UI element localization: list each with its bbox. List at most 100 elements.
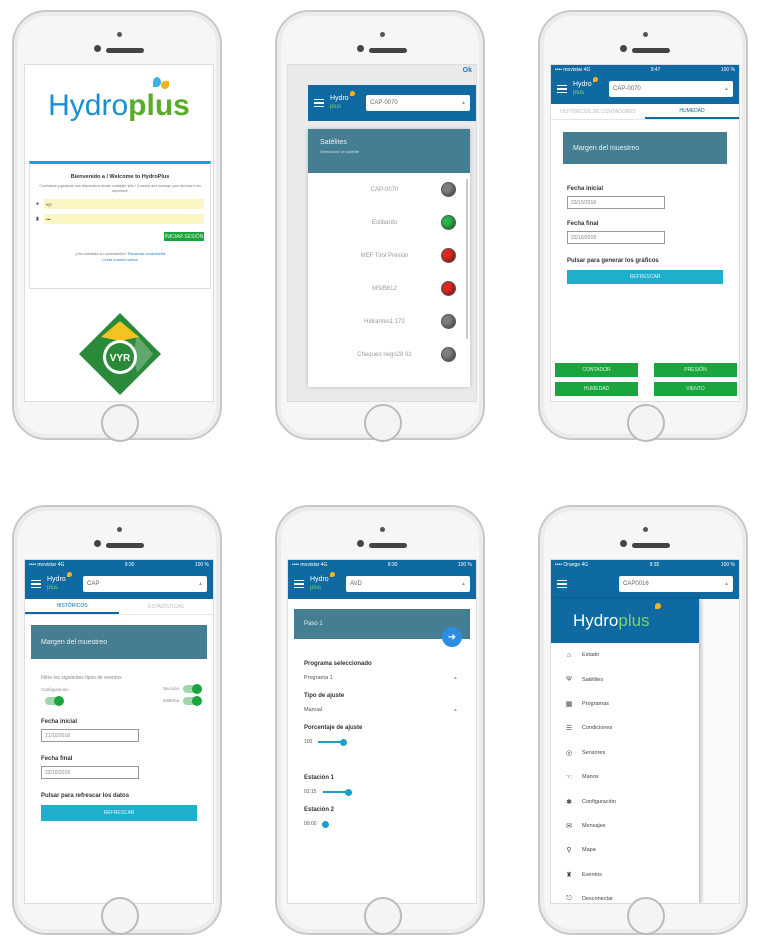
chevron-down-icon: ▲	[461, 581, 466, 587]
screen-historicos: •••• movistar 4G 9:30 100 % Hydro plus CAP ▲…	[24, 559, 214, 904]
station-select[interactable]: AVD ▲	[346, 576, 470, 592]
status-indicator-icon	[441, 347, 456, 362]
scrollbar[interactable]	[466, 179, 468, 339]
fecha-inicial-label: Fecha inicial	[41, 719, 78, 725]
menu-icon[interactable]	[314, 98, 324, 108]
list-item[interactable]: Hidrantes1 172	[308, 305, 470, 338]
menu-item-desconectar[interactable]: ⎋ Desconectar	[551, 887, 699, 903]
username-input[interactable]: vyr	[44, 199, 204, 209]
list-title: Satélites	[320, 139, 347, 146]
viento-button[interactable]: Viento	[654, 382, 737, 396]
menu-item-estado[interactable]: ⌂ Estado	[551, 643, 699, 667]
menu-item-satelites[interactable]: Ψ Satélites	[551, 667, 699, 691]
home-button[interactable]	[101, 897, 139, 935]
chevron-down-icon: ▲	[461, 100, 466, 106]
user-icon: ●	[36, 201, 40, 207]
tab-historicos[interactable]: Históricos	[25, 599, 119, 614]
home-button[interactable]	[627, 897, 665, 935]
password-input[interactable]: •••	[44, 214, 204, 224]
estacion1-slider[interactable]: 02:15	[304, 788, 476, 796]
section-title: Margen del muestreo	[563, 132, 727, 164]
filter-instruction: Filtre los siguientes tipos de eventos	[41, 675, 122, 681]
refresh-button[interactable]: Refrescar	[41, 805, 197, 821]
menu-icon[interactable]	[557, 84, 567, 94]
menu-item-mapa[interactable]: ⚲ Mapa	[551, 838, 699, 862]
list-item[interactable]: Estibardo	[308, 206, 470, 239]
create-account-link[interactable]: Crear cuenta nueva	[102, 257, 137, 262]
home-button[interactable]	[101, 404, 139, 442]
estacion2-slider[interactable]: 00:00	[304, 820, 476, 828]
menu-icon[interactable]	[31, 579, 41, 589]
step-header: Paso 1 ➜	[294, 609, 470, 647]
home-icon: ⌂	[566, 651, 572, 659]
station-select[interactable]: CAP-0070 ▲	[609, 81, 733, 97]
tab-humedad[interactable]: Humedad	[645, 104, 739, 119]
menu-item-condiciones[interactable]: ☰ Condiciones	[551, 716, 699, 740]
menu-item-mensajes[interactable]: ✉ Mensajes	[551, 814, 699, 838]
app-logo: Hydro plus	[310, 572, 340, 592]
sensor-icon: ◎	[565, 749, 573, 757]
chevron-down-icon: ▲	[724, 581, 729, 587]
tab-historicos[interactable]: Históricos de contadores	[551, 104, 645, 119]
hand-icon: ☜	[565, 774, 573, 782]
side-drawer: Hydro plus ⌂ Estado Ψ Satélites ▦ Programas …	[551, 599, 699, 903]
forgot-text: ¿Ha olvidado su contraseña?	[74, 251, 127, 256]
humedad-button[interactable]: Humedad	[555, 382, 638, 396]
presion-button[interactable]: Presión	[654, 363, 737, 377]
toggle-seccion[interactable]	[183, 684, 202, 694]
phone-menu: •••• Orange 4G 9:35 100 % CAP0016 ▲ Hydro pl…	[538, 505, 748, 935]
menu-icon[interactable]	[557, 579, 567, 589]
station-select[interactable]: CAP0016 ▲	[619, 576, 733, 592]
list-item[interactable]: MEF Tirol Presión	[308, 239, 470, 272]
programa-select[interactable]: Programa 1 ▲	[304, 675, 458, 681]
porcentaje-label: Porcentaje de ajuste	[304, 725, 363, 731]
list-item[interactable]: CAP-0070	[308, 173, 470, 206]
menu-item-sensores[interactable]: ◎ Sensores	[551, 741, 699, 765]
menu-item-eventos[interactable]: ♜ Eventos	[551, 863, 699, 887]
menu-item-manos[interactable]: ☜ Manos	[551, 765, 699, 789]
list-item[interactable]: Chequeo riego28 01	[308, 338, 470, 371]
fecha-final-input[interactable]: 23/10/2018	[567, 231, 665, 244]
home-button[interactable]	[627, 404, 665, 442]
fecha-inicial-input[interactable]: 23/10/2018	[567, 196, 665, 209]
drawer-logo: Hydro plus	[551, 599, 699, 643]
app-logo: Hydro plus	[573, 77, 603, 97]
toggle-sistema[interactable]	[183, 696, 202, 706]
vyr-text: VYR	[110, 353, 131, 364]
next-arrow-icon[interactable]: ➜	[442, 627, 462, 647]
fecha-final-label: Fecha final	[567, 221, 599, 227]
tab-estadisticas[interactable]: Estadísticas	[119, 599, 213, 614]
tipo-select[interactable]: Manual ▲	[304, 707, 458, 713]
fecha-final-input[interactable]: 23/10/2018	[41, 766, 139, 779]
app-bar: Hydro plus CAP ▲	[25, 569, 213, 599]
home-button[interactable]	[364, 897, 402, 935]
toggle-sistema-label: Sistema	[162, 698, 179, 704]
phone-ajuste: •••• movistar 4G 9:30 100 % Hydro plus AVD ▲…	[275, 505, 485, 935]
contador-button[interactable]: Contador	[555, 363, 638, 377]
home-button[interactable]	[364, 404, 402, 442]
forgot-link[interactable]: Recordar contraseña	[128, 251, 165, 256]
section-title: Margen del muestreo	[31, 625, 207, 659]
slider-knob	[340, 738, 348, 746]
list-icon: ☰	[565, 725, 573, 733]
bell-icon: ♜	[565, 871, 573, 879]
porcentaje-slider[interactable]: 100	[304, 738, 476, 746]
ok-button[interactable]: Ok	[463, 67, 472, 74]
tipo-label: Tipo de ajuste	[304, 693, 345, 699]
slider-knob	[321, 820, 329, 828]
station-select[interactable]: CAP-0070 ▲	[366, 95, 470, 111]
station-select[interactable]: CAP ▲	[83, 576, 207, 592]
list-item[interactable]: MS/B612	[308, 272, 470, 305]
status-indicator-icon	[441, 314, 456, 329]
login-button[interactable]: Iniciar sesión	[164, 232, 204, 241]
menu-item-configuracion[interactable]: ✱ Configuración	[551, 789, 699, 813]
menu-icon[interactable]	[294, 579, 304, 589]
fecha-inicial-input[interactable]: 21/10/2018	[41, 729, 139, 742]
menu-item-programas[interactable]: ▦ Programas	[551, 692, 699, 716]
chevron-down-icon: ▲	[453, 675, 458, 681]
chevron-down-icon: ▲	[453, 707, 458, 713]
refresh-button[interactable]: Refrescar	[567, 270, 723, 284]
tab-bar: Históricos Estadísticas	[25, 599, 213, 615]
toggle-configuracion[interactable]	[45, 696, 64, 706]
step-title: Paso 1	[304, 621, 323, 627]
